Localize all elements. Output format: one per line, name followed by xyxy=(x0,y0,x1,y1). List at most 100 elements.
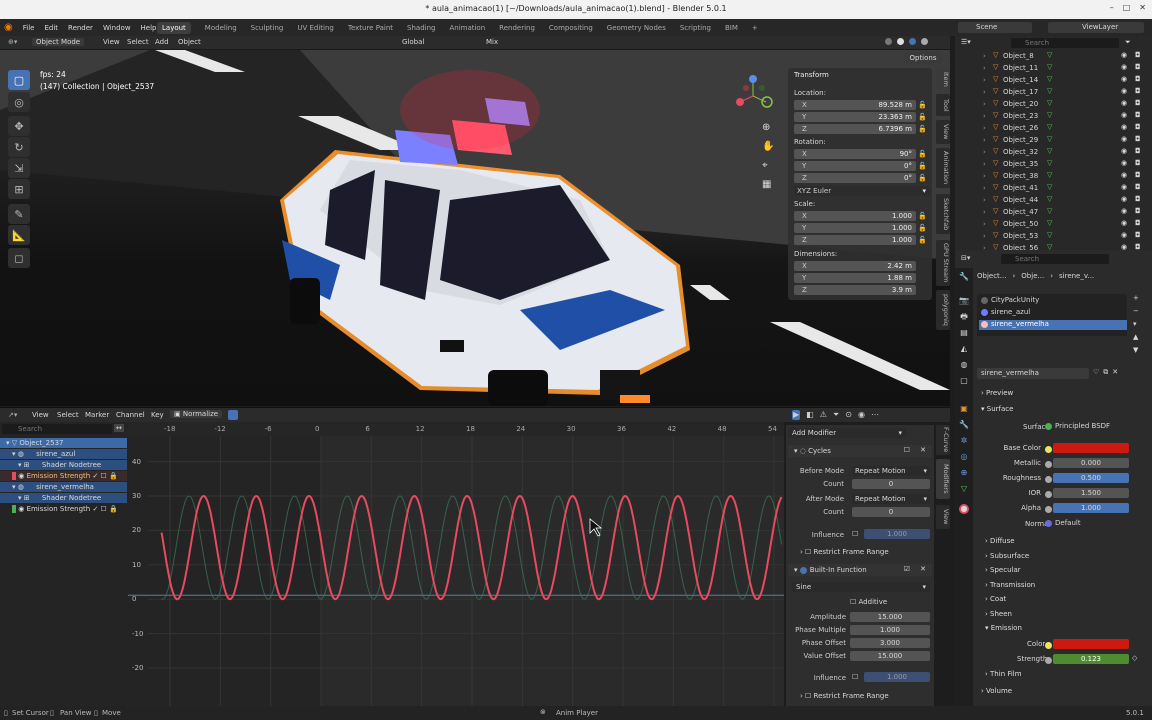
tab-fcurve[interactable]: F-Curve xyxy=(936,425,950,455)
tab-modeling[interactable]: Modeling xyxy=(205,24,237,32)
visibility-eye-icon[interactable]: ◉ xyxy=(1121,171,1127,179)
graph-menu-select[interactable]: Select xyxy=(57,411,79,419)
outliner-item[interactable]: › ▽ Object_38 ▽ ◉ ◘ xyxy=(955,170,1152,182)
tab-gpu-stream[interactable]: GPU Stream xyxy=(936,240,950,286)
influence-checkbox[interactable]: ☐ xyxy=(852,530,858,538)
visibility-eye-icon[interactable]: ◉ xyxy=(1121,111,1127,119)
properties-type-icon[interactable]: ⊟▾ xyxy=(961,254,970,262)
expand-arrow-icon[interactable]: › xyxy=(983,172,986,180)
mix-selector[interactable]: Mix xyxy=(486,38,498,46)
transform-tool-icon[interactable]: ⊞ xyxy=(8,179,30,199)
checkbox-icon[interactable]: ☐ xyxy=(904,446,910,454)
ghost-icon[interactable]: ◧ xyxy=(806,410,814,420)
expand-arrow-icon[interactable]: › xyxy=(983,52,986,60)
move-down-icon[interactable]: ▼ xyxy=(1133,346,1139,354)
render-camera-icon[interactable]: ◘ xyxy=(1135,51,1141,59)
shader-section[interactable]: › Subsurface xyxy=(985,552,1029,560)
scene-tab-icon[interactable]: ◭ xyxy=(959,344,969,354)
outliner-search-input[interactable]: Search xyxy=(1011,38,1119,48)
auto-normalize-icon[interactable] xyxy=(228,410,238,420)
channel-nodetree-azul[interactable]: ▾ ⊞ Shader Nodetree xyxy=(0,460,127,470)
pan-hand-icon[interactable]: ✋ xyxy=(762,141,774,152)
additive-checkbox[interactable]: ☐ Additive xyxy=(850,598,887,606)
render-camera-icon[interactable]: ◘ xyxy=(1135,159,1141,167)
render-camera-icon[interactable]: ◘ xyxy=(1135,123,1141,131)
expand-arrow-icon[interactable]: › xyxy=(983,160,986,168)
tool-tab-icon[interactable]: 🔧 xyxy=(959,272,969,282)
rendered-shading-icon[interactable] xyxy=(921,38,928,45)
expand-arrow-icon[interactable]: › xyxy=(983,100,986,108)
lock-icon[interactable]: 🔓 xyxy=(918,101,927,109)
breadcrumb-mesh[interactable]: Obje... xyxy=(1021,272,1044,280)
physics-tab-icon[interactable]: ◎ xyxy=(959,452,969,462)
render-camera-icon[interactable]: ◘ xyxy=(1135,219,1141,227)
expand-arrow-icon[interactable]: › xyxy=(983,112,986,120)
channel-material-azul[interactable]: ▾ ◍ sirene_azul xyxy=(0,449,127,459)
material-slot-selected[interactable]: sirene_vermelha xyxy=(979,320,1127,330)
visibility-eye-icon[interactable]: ◉ xyxy=(1121,51,1127,59)
select-box-tool-icon[interactable]: ▢ xyxy=(8,70,30,90)
add-slot-icon[interactable]: + xyxy=(1133,294,1139,302)
visibility-eye-icon[interactable]: ◉ xyxy=(1121,159,1127,167)
anim-player-cancel-icon[interactable]: ⊗ xyxy=(540,708,546,716)
shader-section[interactable]: › Specular xyxy=(985,566,1021,574)
channel-nodetree-vermelha[interactable]: ▾ ⊞ Shader Nodetree xyxy=(0,493,127,503)
outliner-item[interactable]: › ▽ Object_23 ▽ ◉ ◘ xyxy=(955,110,1152,122)
options-button[interactable]: Options xyxy=(904,52,942,64)
before-count-field[interactable]: 0 xyxy=(852,479,930,489)
amplitude-field[interactable]: 15.000 xyxy=(850,612,930,622)
outliner-item[interactable]: › ▽ Object_11 ▽ ◉ ◘ xyxy=(955,62,1152,74)
menu-object[interactable]: Object xyxy=(178,38,201,46)
menu-add[interactable]: Add xyxy=(155,38,169,46)
filter-icon[interactable]: ⏷ xyxy=(1125,38,1131,47)
expand-arrow-icon[interactable]: › xyxy=(983,136,986,144)
preview-section[interactable]: › Preview xyxy=(981,389,1013,397)
mode-selector[interactable]: Object Mode xyxy=(32,38,85,46)
breadcrumb-object[interactable]: Object... xyxy=(977,272,1006,280)
dimensions-x-field[interactable]: X 2.42 m xyxy=(794,261,916,271)
expand-arrow-icon[interactable]: › xyxy=(983,148,986,156)
render-camera-icon[interactable]: ◘ xyxy=(1135,87,1141,95)
render-camera-icon[interactable]: ◘ xyxy=(1135,111,1141,119)
world-tab-icon[interactable]: ◍ xyxy=(959,360,969,370)
pivot-icon[interactable]: ⊙ xyxy=(845,410,852,420)
minimize-button[interactable]: – xyxy=(1110,3,1114,12)
expand-arrow-icon[interactable]: › xyxy=(983,196,986,204)
annotate-tool-icon[interactable]: ✎ xyxy=(8,204,30,224)
dimensions-y-field[interactable]: Y 1.88 m xyxy=(794,273,916,283)
lock-icon[interactable]: 🔓 xyxy=(918,212,927,220)
volume-section[interactable]: › Volume xyxy=(981,687,1012,695)
tab-geometry-nodes[interactable]: Geometry Nodes xyxy=(607,24,666,32)
expand-arrow-icon[interactable]: › xyxy=(983,208,986,216)
builtin-modifier-header[interactable]: ▾ Built-In Function ☑ ✕ xyxy=(788,564,932,576)
after-mode-select[interactable]: Repeat Motion ▾ xyxy=(852,494,930,504)
cycles-modifier-header[interactable]: ▾ ◌ Cycles ☐ . ✕ xyxy=(788,445,932,457)
lock-icon[interactable]: 🔓 xyxy=(918,150,927,158)
properties-search-input[interactable]: Search xyxy=(1001,254,1109,264)
outliner-item[interactable]: › ▽ Object_50 ▽ ◉ ◘ xyxy=(955,218,1152,230)
rotation-z-field[interactable]: Z 0° xyxy=(794,173,916,183)
solid-shading-icon[interactable] xyxy=(897,38,904,45)
property-field[interactable]: 0.000 xyxy=(1053,458,1129,468)
visibility-eye-icon[interactable]: ◉ xyxy=(1121,99,1127,107)
render-camera-icon[interactable]: ◘ xyxy=(1135,183,1141,191)
scene-selector[interactable]: Scene xyxy=(958,22,1032,33)
viewlayer-selector[interactable]: ViewLayer xyxy=(1048,22,1144,33)
render-camera-icon[interactable]: ◘ xyxy=(1135,147,1141,155)
tab-item[interactable]: Item xyxy=(936,68,950,90)
tab-modifiers[interactable]: Modifiers xyxy=(936,459,950,499)
visibility-eye-icon[interactable]: ◉ xyxy=(1121,87,1127,95)
thin-film-section[interactable]: › Thin Film xyxy=(985,670,1022,678)
object-tab-icon[interactable]: ▣ xyxy=(959,404,969,414)
channel-material-vermelha[interactable]: ▾ ◍ sirene_vermelha xyxy=(0,482,127,492)
graph-menu-marker[interactable]: Marker xyxy=(85,411,109,419)
blender-logo-icon[interactable]: ◉ xyxy=(4,22,13,33)
rotation-y-field[interactable]: Y 0° xyxy=(794,161,916,171)
lock-icon[interactable]: 🔓 xyxy=(918,125,927,133)
tab-texture-paint[interactable]: Texture Paint xyxy=(348,24,393,32)
outliner-item[interactable]: › ▽ Object_20 ▽ ◉ ◘ xyxy=(955,98,1152,110)
only-selected-icon[interactable]: ▶ xyxy=(792,410,801,420)
property-field[interactable]: 1.500 xyxy=(1053,488,1129,498)
tab-animation[interactable]: Animation xyxy=(936,148,950,188)
graph-canvas[interactable] xyxy=(128,422,784,706)
